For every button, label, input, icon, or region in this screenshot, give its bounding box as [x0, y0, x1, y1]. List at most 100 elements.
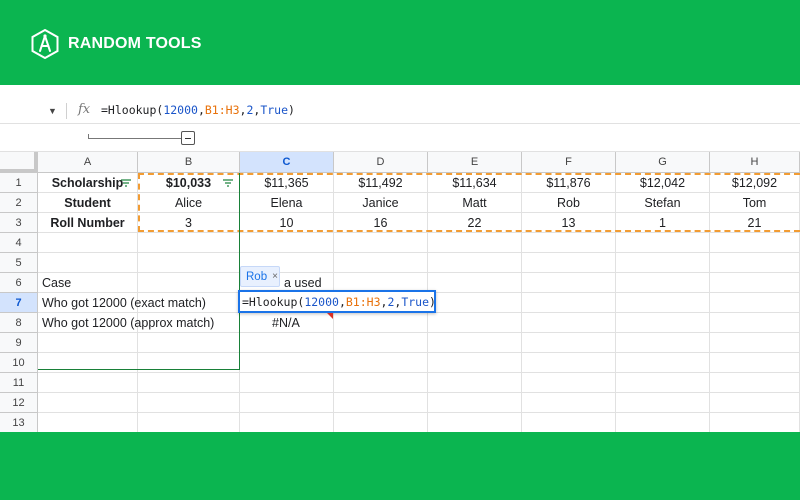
filter-icon[interactable] [223, 179, 233, 187]
cell-h6[interactable] [710, 273, 800, 293]
cell-c8[interactable]: #N/A [240, 313, 334, 333]
cell-f8[interactable] [522, 313, 616, 333]
cell-c12[interactable] [240, 393, 334, 413]
row-header-4[interactable]: 4 [0, 233, 38, 253]
row-header-8[interactable]: 8 [0, 313, 38, 333]
cell-d10[interactable] [334, 353, 428, 373]
cell-e4[interactable] [428, 233, 522, 253]
cell-f7[interactable] [522, 293, 616, 313]
cell-formula-editor[interactable]: =Hlookup(12000,B1:H3,2,True) [238, 290, 436, 313]
cell-h11[interactable] [710, 373, 800, 393]
column-header-a[interactable]: A [38, 152, 138, 173]
column-header-c[interactable]: C [240, 152, 334, 173]
cell-f12[interactable] [522, 393, 616, 413]
cell-g5[interactable] [616, 253, 710, 273]
cell-e2[interactable]: Matt [428, 193, 522, 213]
select-all-corner[interactable] [0, 152, 38, 173]
cell-c2[interactable]: Elena [240, 193, 334, 213]
cell-e3[interactable]: 22 [428, 213, 522, 233]
cell-g13[interactable] [616, 413, 710, 433]
row-header-10[interactable]: 10 [0, 353, 38, 373]
cell-e7[interactable] [428, 293, 522, 313]
cell-h4[interactable] [710, 233, 800, 253]
cell-f2[interactable]: Rob [522, 193, 616, 213]
cell-e12[interactable] [428, 393, 522, 413]
cell-d5[interactable] [334, 253, 428, 273]
collapse-group-button[interactable] [181, 131, 195, 145]
cell-a8[interactable]: Who got 12000 (approx match) [38, 313, 214, 333]
cell-b6[interactable] [138, 273, 240, 293]
cell-a13[interactable] [38, 413, 138, 433]
cell-g3[interactable]: 1 [616, 213, 710, 233]
row-header-2[interactable]: 2 [0, 193, 38, 213]
cell-g11[interactable] [616, 373, 710, 393]
cell-f5[interactable] [522, 253, 616, 273]
cell-e6[interactable] [428, 273, 522, 293]
cell-a2[interactable]: Student [38, 193, 138, 213]
column-header-e[interactable]: E [428, 152, 522, 173]
row-header-6[interactable]: 6 [0, 273, 38, 293]
cell-b12[interactable] [138, 393, 240, 413]
cell-d12[interactable] [334, 393, 428, 413]
row-header-7[interactable]: 7 [0, 293, 38, 313]
cell-a1[interactable]: Scholarship [38, 173, 138, 193]
cell-d8[interactable] [334, 313, 428, 333]
cell-a10[interactable] [38, 353, 138, 373]
column-header-h[interactable]: H [710, 152, 800, 173]
cell-h5[interactable] [710, 253, 800, 273]
cell-b13[interactable] [138, 413, 240, 433]
column-header-g[interactable]: G [616, 152, 710, 173]
cell-c10[interactable] [240, 353, 334, 373]
cell-d2[interactable]: Janice [334, 193, 428, 213]
cell-g9[interactable] [616, 333, 710, 353]
cell-b11[interactable] [138, 373, 240, 393]
cell-g12[interactable] [616, 393, 710, 413]
cell-c11[interactable] [240, 373, 334, 393]
cell-h10[interactable] [710, 353, 800, 373]
formula-text[interactable]: =Hlookup(12000,B1:H3,2,True) [101, 103, 295, 117]
cell-a6[interactable]: Case [38, 273, 138, 293]
cell-c13[interactable] [240, 413, 334, 433]
column-header-b[interactable]: B [138, 152, 240, 173]
cell-b9[interactable] [138, 333, 240, 353]
cell-a11[interactable] [38, 373, 138, 393]
row-header-12[interactable]: 12 [0, 393, 38, 413]
cell-g7[interactable] [616, 293, 710, 313]
row-header-1[interactable]: 1 [0, 173, 38, 193]
cell-b1[interactable]: $10,033 [138, 173, 240, 193]
cell-f9[interactable] [522, 333, 616, 353]
cell-h12[interactable] [710, 393, 800, 413]
row-header-9[interactable]: 9 [0, 333, 38, 353]
cell-f6[interactable] [522, 273, 616, 293]
cell-h3[interactable]: 21 [710, 213, 800, 233]
row-header-13[interactable]: 13 [0, 413, 38, 433]
cell-c9[interactable] [240, 333, 334, 353]
cell-a5[interactable] [38, 253, 138, 273]
cell-e5[interactable] [428, 253, 522, 273]
column-header-d[interactable]: D [334, 152, 428, 173]
cell-c4[interactable] [240, 233, 334, 253]
cell-b3[interactable]: 3 [138, 213, 240, 233]
cell-h7[interactable] [710, 293, 800, 313]
cell-d11[interactable] [334, 373, 428, 393]
cell-g1[interactable]: $12,042 [616, 173, 710, 193]
cell-a4[interactable] [38, 233, 138, 253]
cell-b4[interactable] [138, 233, 240, 253]
cell-g6[interactable] [616, 273, 710, 293]
row-header-5[interactable]: 5 [0, 253, 38, 273]
row-header-11[interactable]: 11 [0, 373, 38, 393]
cell-f13[interactable] [522, 413, 616, 433]
cell-g8[interactable] [616, 313, 710, 333]
cell-d3[interactable]: 16 [334, 213, 428, 233]
cell-f4[interactable] [522, 233, 616, 253]
column-header-f[interactable]: F [522, 152, 616, 173]
cell-e8[interactable] [428, 313, 522, 333]
cell-b8[interactable] [138, 313, 240, 333]
result-preview-chip[interactable]: Rob × [240, 266, 280, 287]
cell-d13[interactable] [334, 413, 428, 433]
cell-e1[interactable]: $11,634 [428, 173, 522, 193]
cell-e13[interactable] [428, 413, 522, 433]
cell-b7[interactable] [138, 293, 240, 313]
cell-g2[interactable]: Stefan [616, 193, 710, 213]
cell-d4[interactable] [334, 233, 428, 253]
